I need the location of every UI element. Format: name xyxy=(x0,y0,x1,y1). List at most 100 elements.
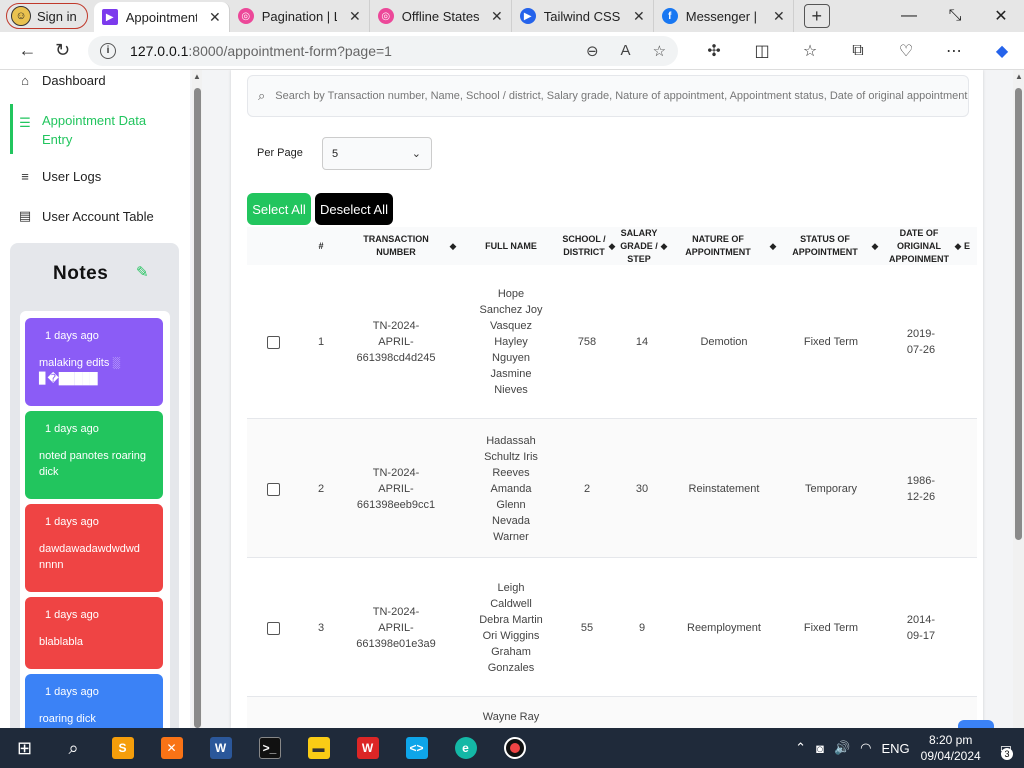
info-icon[interactable]: i xyxy=(100,42,117,59)
address-bar[interactable]: i 127.0.0.1 :8000/appointment-form?page=… xyxy=(88,35,679,66)
sidebar-item-dashboard[interactable]: ⌂ Dashboard xyxy=(18,73,106,88)
numbered-list-icon: ☰ xyxy=(19,115,31,130)
notification-icon[interactable]: ▭3 xyxy=(1000,740,1013,760)
close-icon[interactable]: ✕ xyxy=(349,8,361,25)
col-header-school-district[interactable]: SCHOOL / DISTRICT xyxy=(557,227,611,265)
close-icon[interactable]: ✕ xyxy=(633,8,645,25)
note-card[interactable]: 1 days ago noted panotes roaring dick xyxy=(25,411,163,499)
col-header-salary-grade[interactable]: SALARY GRADE / STEP xyxy=(617,227,661,265)
col-header-status-of-appointment[interactable]: STATUS OF APPOINTMENT xyxy=(787,227,863,265)
youtube-play-icon: ▶ xyxy=(519,8,536,24)
camera-icon[interactable]: ◙ xyxy=(816,741,824,756)
sort-icon[interactable]: ◆ xyxy=(449,227,457,265)
sidebar-scrollbar[interactable]: ▲ xyxy=(192,70,202,728)
col-header-nature-of-appointment[interactable]: NATURE OF APPOINTMENT xyxy=(679,227,757,265)
word-icon[interactable]: W xyxy=(196,728,245,768)
col-header-number[interactable]: # xyxy=(311,227,331,265)
per-page-select[interactable]: 5 ⌄ xyxy=(322,137,432,170)
favorite-star-icon[interactable]: ☆ xyxy=(653,42,666,60)
favorites-icon[interactable]: ☆ xyxy=(788,36,832,66)
wps-office-icon[interactable]: W xyxy=(343,728,392,768)
windows-start-icon[interactable]: ⊞ xyxy=(0,728,49,768)
tab-offline-states[interactable]: ◎ Offline States | ✕ xyxy=(370,0,512,32)
row-checkbox[interactable] xyxy=(267,622,280,635)
vscode-icon[interactable]: <> xyxy=(392,728,441,768)
tab-appointment[interactable]: ▶ Appointment I ✕ xyxy=(93,2,230,32)
wifi-icon[interactable]: ◠ xyxy=(860,740,871,756)
performance-icon[interactable]: ♡ xyxy=(884,36,928,66)
read-aloud-icon[interactable]: A xyxy=(621,42,631,60)
chevron-up-icon[interactable]: ⌃ xyxy=(795,740,806,756)
table-row[interactable]: 2 TN-2024-APRIL-661398eeb9cc1 Hadassah S… xyxy=(247,419,977,558)
sidebar-item-user-logs[interactable]: ≡ User Logs xyxy=(18,169,101,184)
scroll-up-icon[interactable]: ▲ xyxy=(1015,72,1023,81)
clock[interactable]: 8:20 pm 09/04/2024 xyxy=(921,732,981,764)
terminal-icon[interactable]: >_ xyxy=(245,728,294,768)
sublime-text-icon[interactable]: S xyxy=(98,728,147,768)
note-card[interactable]: 1 days ago malaking edits ░ ▊�█████ xyxy=(25,318,163,406)
zoom-out-icon[interactable]: ⊖ xyxy=(586,42,599,60)
split-screen-icon[interactable]: ◫ xyxy=(740,36,784,66)
note-card[interactable]: 1 days ago blablabla xyxy=(25,597,163,669)
note-card[interactable]: 1 days ago dawdawadawdwdwd nnnn xyxy=(25,504,163,592)
collections-icon[interactable]: ⧉ xyxy=(836,36,880,66)
page-scrollbar[interactable]: ▲ xyxy=(1013,70,1024,728)
sort-icon[interactable]: ◆ xyxy=(609,227,616,265)
volume-icon[interactable]: 🔊 xyxy=(834,740,850,756)
sort-icon[interactable]: ◆ xyxy=(769,227,777,265)
restore-icon[interactable]: ⤡ xyxy=(932,0,978,32)
note-card[interactable]: 1 days ago roaring dick xyxy=(25,674,163,728)
notes-list: 1 days ago malaking edits ░ ▊�█████ 1 da… xyxy=(20,311,170,728)
xampp-icon[interactable]: ✕ xyxy=(147,728,196,768)
tab-pagination[interactable]: ◎ Pagination | La ✕ xyxy=(230,0,370,32)
col-header-full-name[interactable]: FULL NAME xyxy=(477,227,545,265)
more-menu-icon[interactable]: ⋯ xyxy=(932,36,976,66)
profile-button[interactable]: ☺ Sign in xyxy=(6,3,88,29)
file-explorer-icon[interactable]: ▬ xyxy=(294,728,343,768)
tab-messenger[interactable]: f Messenger | Fa ✕ xyxy=(654,0,794,32)
col-header-date-of-original-appointment[interactable]: DATE OF ORIGINAL APPOINMENT xyxy=(883,227,955,265)
url-host: 127.0.0.1 xyxy=(130,42,189,59)
copilot-icon[interactable]: ◆ xyxy=(980,36,1024,66)
notes-title: Notes xyxy=(53,263,109,284)
tab-tailwind[interactable]: ▶ Tailwind CSS S ✕ xyxy=(512,0,654,32)
sort-icon[interactable]: ◆ xyxy=(871,227,879,265)
col-header-transaction-number[interactable]: TRANSACTION NUMBER xyxy=(347,227,445,265)
obs-record-icon[interactable] xyxy=(490,728,539,768)
close-icon[interactable]: ✕ xyxy=(491,8,503,25)
table-row[interactable]: 1 TN-2024-APRIL-661398cd4d245 Hope Sanch… xyxy=(247,265,977,419)
pencil-icon[interactable]: ✎ xyxy=(136,263,149,281)
search-input[interactable]: ⌕ Search by Transaction number, Name, Sc… xyxy=(247,75,969,117)
select-all-button[interactable]: Select All xyxy=(247,193,311,225)
back-arrow-icon[interactable]: ← xyxy=(10,35,45,67)
close-window-icon[interactable]: ✕ xyxy=(978,0,1024,32)
deselect-all-button[interactable]: Deselect All xyxy=(315,193,393,225)
minimize-icon[interactable]: — xyxy=(886,0,932,32)
edge-tab-icon: ▶ xyxy=(101,9,118,25)
avatar: ☺ xyxy=(11,6,31,26)
search-placeholder: Search by Transaction number, Name, Scho… xyxy=(275,90,968,102)
sidebar-item-appointment-data-entry[interactable]: ☰ Appointment Data Entry xyxy=(18,111,160,149)
new-tab-button[interactable]: + xyxy=(803,4,830,28)
extensions-icon[interactable]: ✣ xyxy=(692,36,736,66)
table-row[interactable]: 3 TN-2024-APRIL-661398e01e3a9 Leigh Cald… xyxy=(247,558,977,697)
sort-icon[interactable]: ◆ xyxy=(661,227,668,265)
edge-browser-icon[interactable]: e xyxy=(441,728,490,768)
url-actions: ⊖ A ☆ xyxy=(586,42,666,60)
scroll-up-icon[interactable]: ▲ xyxy=(193,72,201,81)
sidebar: ⌂ Dashboard ☰ Appointment Data Entry ≡ U… xyxy=(0,70,190,728)
scrollbar-thumb[interactable] xyxy=(1015,88,1022,540)
close-icon[interactable]: ✕ xyxy=(773,8,785,25)
sidebar-item-user-account-table[interactable]: ▤ User Account Table xyxy=(18,208,154,224)
col-header-extra[interactable]: E xyxy=(961,227,973,265)
row-checkbox[interactable] xyxy=(267,336,280,349)
refresh-icon[interactable]: ↻ xyxy=(45,35,80,67)
browser-toolbar: ← ↻ i 127.0.0.1 :8000/appointment-form?p… xyxy=(0,32,1024,70)
row-checkbox[interactable] xyxy=(267,483,280,496)
language-indicator[interactable]: ENG xyxy=(881,741,909,756)
close-icon[interactable]: ✕ xyxy=(209,9,221,26)
search-icon[interactable]: ⌕ xyxy=(49,728,98,768)
floating-action-button[interactable] xyxy=(958,720,994,728)
scrollbar-thumb[interactable] xyxy=(194,88,201,728)
table-row[interactable]: Wayne Ray xyxy=(247,697,977,728)
